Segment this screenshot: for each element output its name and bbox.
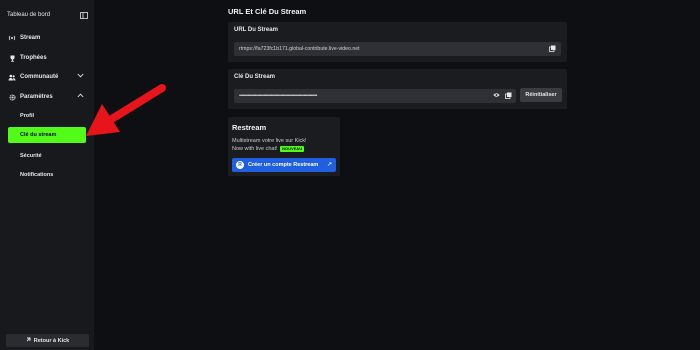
sidebar-item-stream[interactable]: Stream <box>8 31 86 45</box>
sidebar-header: Tableau de bord <box>0 0 94 22</box>
reset-key-button[interactable]: Réinitialiser <box>520 88 562 102</box>
stream-url-card: URL Du Stream rtmps://fa723fc1b171.globa… <box>228 22 567 62</box>
stream-key-card: Clé Du Stream ••••••••••••••••••••••••••… <box>228 69 567 109</box>
back-arrow-icon <box>26 337 31 344</box>
new-badge: NOUVEAU <box>280 145 305 152</box>
community-icon <box>8 73 16 81</box>
sidebar-item-communaute[interactable]: Communauté <box>8 70 86 84</box>
sidebar-title: Tableau de bord <box>7 12 51 18</box>
copy-icon[interactable] <box>549 45 556 54</box>
back-to-kick-button[interactable]: Retour à Kick <box>6 334 89 347</box>
sidebar-subitem-securite[interactable]: Sécurité <box>20 150 42 162</box>
sidebar-item-label: Trophées <box>20 55 47 61</box>
stream-icon <box>8 34 16 42</box>
restream-title: Restream <box>232 123 267 132</box>
stream-url-label: URL Du Stream <box>234 27 278 33</box>
sidebar-item-label: Paramètres <box>20 94 53 100</box>
back-to-kick-label: Retour à Kick <box>33 337 70 344</box>
stream-url-field[interactable]: rtmps://fa723fc1b171.global-contribute.l… <box>234 42 561 56</box>
sidebar: Tableau de bord Stream Trophées Communau… <box>0 0 94 350</box>
chevron-down-icon <box>77 73 84 80</box>
sidebar-subitem-cle-du-stream[interactable]: Clé du stream <box>8 127 86 143</box>
eye-icon[interactable] <box>493 92 500 100</box>
page-title: URL Et Clé Du Stream <box>228 7 307 16</box>
create-restream-account-label: Créer un compte Restream <box>248 162 319 168</box>
copy-icon[interactable] <box>505 92 512 101</box>
annotation-arrow-icon <box>86 84 166 136</box>
stream-key-label: Clé Du Stream <box>234 74 276 80</box>
restream-description: Multistream votre live sur Kick! Now wit… <box>232 137 338 153</box>
restream-desc-line2: Now with live chat! NOUVEAU <box>232 145 338 153</box>
sidebar-item-label: Stream <box>20 35 41 41</box>
trophy-icon <box>8 54 16 62</box>
sidebar-item-parametres[interactable]: Paramètres <box>8 90 86 104</box>
restream-card: Restream Multistream votre live sur Kick… <box>228 117 340 176</box>
create-restream-account-button[interactable]: R Créer un compte Restream ↗ <box>232 158 336 172</box>
sidebar-subitem-profil[interactable]: Profil <box>20 110 34 122</box>
stream-url-value: rtmps://fa723fc1b171.global-contribute.l… <box>239 46 360 52</box>
sidebar-subitem-notifications[interactable]: Notifications <box>20 169 53 181</box>
external-link-icon: ↗ <box>326 162 332 168</box>
settings-icon <box>8 93 16 101</box>
sidebar-item-label: Communauté <box>20 74 59 80</box>
sidebar-item-trophees[interactable]: Trophées <box>8 51 86 65</box>
stream-key-field[interactable]: ••••••••••••••••••••••••••••••••••••••••… <box>234 89 516 103</box>
restream-logo-icon: R <box>236 161 244 169</box>
stream-key-value: ••••••••••••••••••••••••••••••••••••••••… <box>239 93 317 99</box>
restream-desc-line2-text: Now with live chat! <box>232 146 278 152</box>
restream-desc-line1: Multistream votre live sur Kick! <box>232 138 307 144</box>
sidebar-toggle-icon[interactable] <box>80 11 88 19</box>
